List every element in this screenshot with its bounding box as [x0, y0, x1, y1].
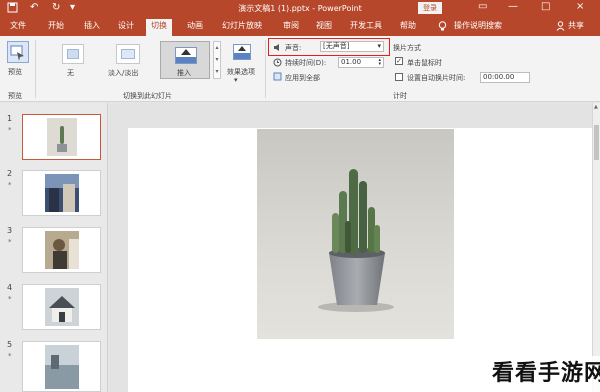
slide-star-4: *	[8, 295, 12, 303]
slide-thumbnail-3[interactable]	[22, 227, 101, 273]
share-button[interactable]: 共享	[568, 21, 584, 31]
timing-group-label: 计时	[393, 92, 407, 100]
tell-me-search[interactable]: 操作说明搜索	[454, 21, 502, 31]
slide-number-4: 4	[7, 283, 13, 292]
duration-value: 01.00	[341, 58, 362, 66]
close-button[interactable]: ×	[576, 1, 584, 12]
on-click-checkbox[interactable]: ✓	[395, 57, 403, 65]
slide-thumbnail-5[interactable]	[22, 341, 101, 392]
tab-design[interactable]: 设计	[118, 21, 134, 31]
ribbon-tabs: 文件 开始 插入 设计 切换 动画 幻灯片放映 审阅 视图 开发工具 帮助 操作…	[0, 17, 600, 36]
slide-number-5: 5	[7, 340, 13, 349]
after-time-input[interactable]: 00:00.00	[480, 72, 530, 83]
watermark-text: 看看手游网	[492, 361, 600, 386]
slide-star-2: *	[8, 181, 12, 189]
tab-animations[interactable]: 动画	[187, 21, 203, 31]
transition-push-label: 推入	[177, 69, 191, 77]
restore-button[interactable]: □	[541, 1, 550, 12]
slide-star-3: *	[8, 238, 12, 246]
duration-input[interactable]: 01.00 ▴ ▾	[338, 57, 384, 68]
house-thumbnail-image	[45, 288, 79, 326]
slide-star-1: *	[8, 126, 12, 134]
gallery-scroll[interactable]: ▴ ▾ ▾	[213, 41, 221, 79]
watermark-logo: 看看手游网	[470, 356, 600, 392]
slide-thumbnail-4[interactable]	[22, 284, 101, 330]
advance-label: 换片方式	[393, 44, 421, 52]
transition-push-tile[interactable]: 推入	[160, 41, 210, 79]
effect-options-icon[interactable]	[233, 44, 251, 60]
transition-group-label: 切换到此幻灯片	[123, 92, 172, 100]
tab-help[interactable]: 帮助	[400, 21, 416, 31]
tab-insert[interactable]: 插入	[84, 21, 100, 31]
on-click-label: 单击鼠标时	[407, 59, 442, 67]
cactus-thumbnail-image	[47, 118, 77, 156]
after-time-checkbox[interactable]	[395, 73, 403, 81]
slide-star-5: *	[8, 352, 12, 360]
building-thumbnail-image	[45, 174, 79, 212]
preview-group-label: 预览	[8, 92, 22, 100]
clock-icon	[273, 58, 282, 69]
minimize-button[interactable]: —	[508, 1, 518, 12]
cactus-photo[interactable]	[257, 129, 454, 339]
apply-all-icon	[273, 72, 282, 83]
scrollbar-thumb[interactable]	[594, 125, 599, 160]
preview-icon[interactable]	[7, 41, 29, 63]
ribbon-display-icon[interactable]: ▭	[478, 1, 487, 12]
tab-transitions[interactable]: 切换	[146, 19, 172, 36]
push-arrow-icon	[175, 47, 197, 64]
title-bar: ↶ ↻ ▾ 演示文稿1 (1).pptx - PowerPoint 登录 ▭ —…	[0, 0, 600, 17]
transition-fade-label: 淡入/淡出	[108, 69, 139, 77]
duration-spinner[interactable]: ▴ ▾	[378, 58, 381, 67]
slide-number-2: 2	[7, 169, 13, 178]
tab-developer[interactable]: 开发工具	[350, 21, 382, 31]
duration-label: 持续时间(D):	[285, 59, 327, 67]
slide-thumbnail-2[interactable]	[22, 170, 101, 216]
effect-options-button[interactable]: 效果选项	[227, 67, 255, 77]
apply-all-button[interactable]: 应用到全部	[285, 73, 320, 83]
people-thumbnail-image	[45, 231, 79, 269]
tab-slideshow[interactable]: 幻灯片放映	[222, 21, 262, 31]
transition-fade-thumb[interactable]	[116, 44, 140, 64]
landscape-thumbnail-image	[45, 345, 79, 389]
tab-review[interactable]: 审阅	[283, 21, 299, 31]
after-time-value: 00:00.00	[483, 73, 515, 81]
preview-button[interactable]: 预览	[8, 67, 22, 77]
tab-file[interactable]: 文件	[10, 21, 26, 31]
scroll-up-icon[interactable]: ▲	[594, 104, 598, 110]
transition-none-thumb[interactable]	[62, 44, 84, 64]
lightbulb-icon	[438, 21, 447, 34]
slide-number-1: 1	[7, 114, 13, 123]
slide-thumbnail-1[interactable]	[22, 114, 101, 160]
slide-number-3: 3	[7, 226, 13, 235]
after-time-label: 设置自动换片时间:	[407, 74, 466, 82]
tab-home[interactable]: 开始	[48, 21, 64, 31]
login-button[interactable]: 登录	[418, 2, 442, 14]
transition-none-label: 无	[67, 69, 74, 77]
sound-highlight-box	[268, 38, 390, 56]
chevron-down-icon: ▾	[234, 76, 238, 84]
tab-view[interactable]: 视图	[316, 21, 332, 31]
person-icon	[556, 21, 565, 34]
